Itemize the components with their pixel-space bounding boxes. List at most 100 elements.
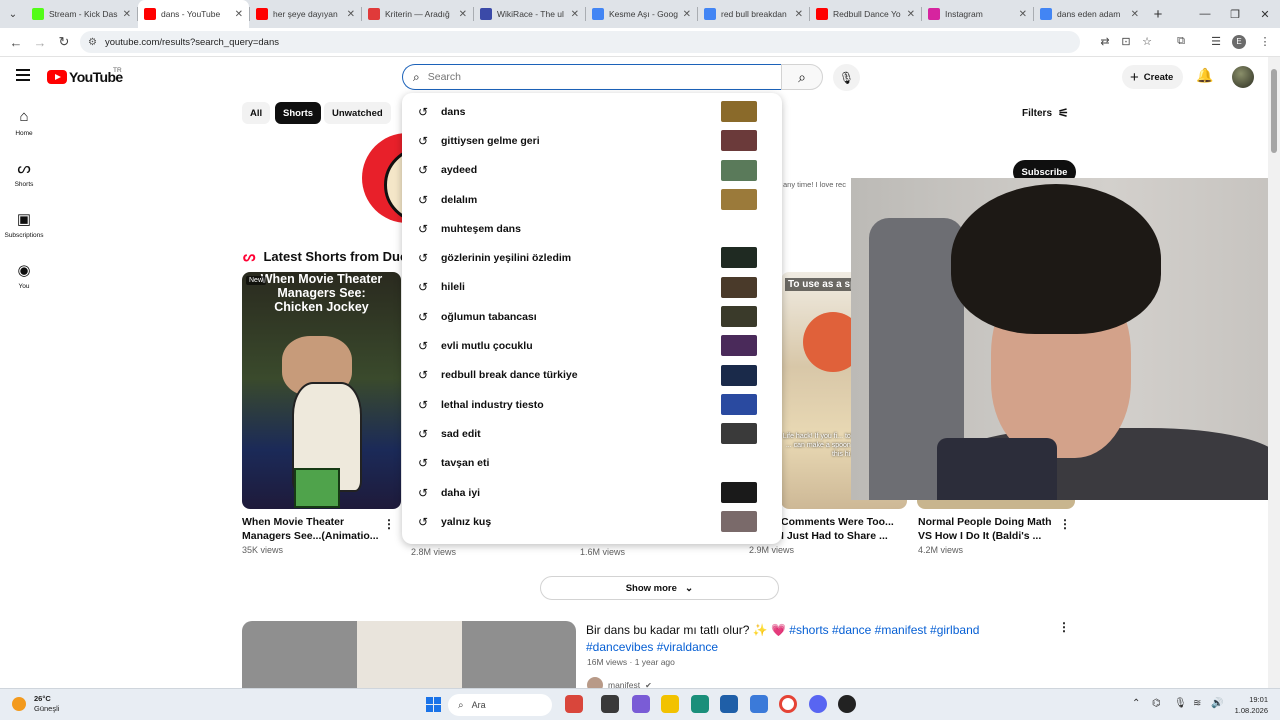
tab-close-icon[interactable]: ✕ <box>123 9 131 20</box>
profile-avatar-icon[interactable]: E <box>1232 35 1246 49</box>
browser-tab[interactable]: Instagram ✕ <box>922 0 1033 28</box>
tab-close-icon[interactable]: ✕ <box>795 9 803 20</box>
search-input[interactable] <box>427 71 748 83</box>
notifications-bell-icon[interactable]: 🔔 <box>1196 67 1213 84</box>
tray-chevron-up-icon[interactable]: ⌃ <box>1132 698 1140 709</box>
suggestion-item[interactable]: ↺ sad edit <box>402 419 782 448</box>
extensions-icon[interactable]: ⧉ <box>1173 35 1189 48</box>
windows-start-icon[interactable] <box>426 697 441 712</box>
browser-tab[interactable]: red bull breakdan ✕ <box>698 0 809 28</box>
create-button[interactable]: + Create <box>1122 65 1184 89</box>
copilot-icon[interactable] <box>632 695 650 713</box>
edge-icon[interactable] <box>691 695 709 713</box>
short-title[interactable]: Comments Were Too... I Just Had to Share… <box>781 515 899 543</box>
tab-search-icon[interactable]: ⌄ <box>0 0 26 28</box>
guide-item-subscriptions[interactable]: ▣ Subscriptions <box>0 210 48 239</box>
app-icon[interactable] <box>838 695 856 713</box>
browser-tab[interactable]: Kriterin — Aradığ ✕ <box>362 0 473 28</box>
new-tab-button[interactable]: + <box>1145 6 1171 23</box>
suggestion-item[interactable]: ↺ yalnız kuş <box>402 507 782 536</box>
install-app-icon[interactable]: ⊡ <box>1118 35 1134 48</box>
discord-icon[interactable] <box>809 695 827 713</box>
reload-icon[interactable]: ↻ <box>52 34 76 50</box>
video-title[interactable]: Bir dans bu kadar mı tatlı olur? ✨ 💗 #sh… <box>586 622 1006 656</box>
app-icon[interactable] <box>750 695 768 713</box>
close-window-icon[interactable]: ✕ <box>1250 0 1280 28</box>
browser-tab[interactable]: dans eden adam ✕ <box>1034 0 1145 28</box>
search-box[interactable]: ⌕ <box>402 64 781 90</box>
chip-shorts[interactable]: Shorts <box>275 102 322 124</box>
tab-close-icon[interactable]: ✕ <box>347 9 355 20</box>
taskbar-clock[interactable]: 19:01 1.08.2026 <box>1228 694 1268 716</box>
wifi-icon[interactable]: ≋ <box>1193 698 1201 709</box>
file-explorer-icon[interactable] <box>661 695 679 713</box>
suggestion-item[interactable]: ↺ daha iyi <box>402 478 782 507</box>
suggestion-item[interactable]: ↺ delalım <box>402 185 782 214</box>
search-button[interactable]: ⌕ <box>781 64 823 90</box>
weather-widget[interactable]: 26°C Güneşli <box>12 694 59 714</box>
guide-item-home[interactable]: ⌂ Home <box>0 108 48 137</box>
taskbar-search[interactable]: ⌕ Ara <box>448 694 552 716</box>
url-bar[interactable]: ⚙ youtube.com/results?search_query=dans <box>80 31 1080 53</box>
account-avatar[interactable] <box>1232 66 1254 88</box>
tab-groups-icon[interactable]: ☰ <box>1208 35 1224 48</box>
voice-search-button[interactable]: 🎙 <box>833 64 860 91</box>
minimize-icon[interactable]: — <box>1190 0 1220 28</box>
video-thumbnail[interactable] <box>242 621 576 691</box>
guide-menu-icon[interactable] <box>16 69 30 81</box>
more-actions-icon[interactable]: ⋮ <box>1059 517 1071 531</box>
suggestion-item[interactable]: ↺ aydeed <box>402 156 782 185</box>
browser-tab[interactable]: her şeye dayıyan ✕ <box>250 0 361 28</box>
suggestion-item[interactable]: ↺ redbull break dance türkiye <box>402 361 782 390</box>
network-icon[interactable]: ⌬ <box>1152 698 1161 709</box>
app-icon[interactable] <box>565 695 583 713</box>
back-icon[interactable]: ← <box>4 35 28 50</box>
browser-menu-icon[interactable]: ⋮ <box>1257 35 1273 48</box>
suggestion-item[interactable]: ↺ dans <box>402 97 782 126</box>
suggestion-item[interactable]: ↺ lethal industry tiesto <box>402 390 782 419</box>
suggestion-item[interactable]: ↺ gittiysen gelme geri <box>402 126 782 155</box>
more-actions-icon[interactable]: ⋮ <box>383 517 395 531</box>
volume-icon[interactable]: 🔊 <box>1211 698 1223 709</box>
tab-close-icon[interactable]: ✕ <box>907 9 915 20</box>
tab-close-icon[interactable]: ✕ <box>683 9 691 20</box>
suggestion-item[interactable]: ↺ muhteşem dans <box>402 214 782 243</box>
show-more-button[interactable]: Show more ⌄ <box>540 576 779 600</box>
short-title[interactable]: When Movie Theater Managers See...(Anima… <box>242 515 380 543</box>
suggestion-item[interactable]: ↺ tavşan eti <box>402 449 782 478</box>
browser-tab[interactable]: WikiRace - The ul ✕ <box>474 0 585 28</box>
tab-close-icon[interactable]: ✕ <box>571 9 579 20</box>
maximize-icon[interactable]: ❐ <box>1220 0 1250 28</box>
tab-close-icon[interactable]: ✕ <box>459 9 467 20</box>
suggestion-item[interactable]: ↺ evli mutlu çocuklu <box>402 331 782 360</box>
bookmark-star-icon[interactable]: ☆ <box>1139 35 1155 48</box>
browser-tab[interactable]: Kesme Aşı - Goog ✕ <box>586 0 697 28</box>
scrollbar-thumb[interactable] <box>1271 69 1277 153</box>
more-actions-icon[interactable]: ⋮ <box>1058 620 1070 634</box>
browser-tab[interactable]: Redbull Dance Yo ✕ <box>810 0 921 28</box>
guide-item-shorts[interactable]: ᔕ Shorts <box>0 159 48 188</box>
store-icon[interactable] <box>720 695 738 713</box>
suggestion-item[interactable]: ↺ oğlumun tabancası <box>402 302 782 331</box>
filters-button[interactable]: Filters ⚟ <box>1022 106 1069 120</box>
forward-icon[interactable]: → <box>28 35 52 50</box>
chip-all[interactable]: All <box>242 102 271 124</box>
tab-close-icon[interactable]: ✕ <box>1131 9 1139 20</box>
short-title[interactable]: Normal People Doing Math VS How I Do It … <box>918 515 1056 543</box>
site-info-icon[interactable]: ⚙ <box>88 37 97 48</box>
tab-close-icon[interactable]: ✕ <box>1019 9 1027 20</box>
browser-tab[interactable]: Stream - Kick Das ✕ <box>26 0 137 28</box>
browser-tab[interactable]: dans - YouTube ✕ <box>138 0 249 28</box>
task-view-icon[interactable] <box>601 695 619 713</box>
tab-close-icon[interactable]: ✕ <box>235 9 243 20</box>
suggestion-item[interactable]: ↺ hileli <box>402 273 782 302</box>
guide-item-you[interactable]: ◉ You <box>0 261 48 290</box>
chip-unwatched[interactable]: Unwatched <box>324 102 391 124</box>
mic-icon[interactable]: 🎙 <box>1174 698 1187 709</box>
suggestion-item[interactable]: ↺ gözlerinin yeşilini özledim <box>402 243 782 272</box>
chrome-icon[interactable] <box>779 695 797 713</box>
page-scrollbar[interactable] <box>1268 57 1280 688</box>
youtube-logo[interactable]: YouTube TR <box>47 67 123 85</box>
short-thumbnail[interactable]: When Movie Theater Managers See: Chicken… <box>242 272 401 509</box>
translate-icon[interactable]: ⇄ <box>1097 35 1113 48</box>
